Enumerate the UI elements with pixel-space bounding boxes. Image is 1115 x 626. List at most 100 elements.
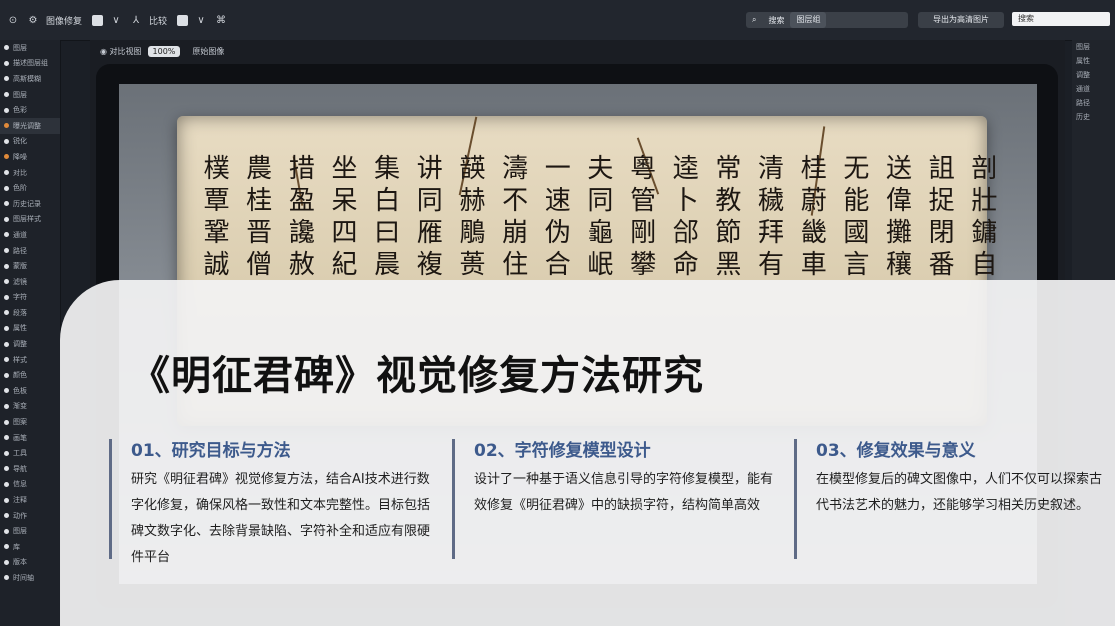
right-panel-item[interactable]: 路径 bbox=[1072, 96, 1115, 110]
right-panel-item[interactable]: 通道 bbox=[1072, 82, 1115, 96]
menu-icon[interactable]: ⊙ bbox=[6, 13, 20, 27]
sidebar-item-label: 版本 bbox=[13, 558, 27, 567]
right-panel-item[interactable]: 图层 bbox=[1072, 40, 1115, 54]
search-icon[interactable]: ⌕ bbox=[746, 15, 762, 25]
section-heading: 02、字符修复模型设计 bbox=[474, 441, 651, 461]
sidebar-item[interactable]: 图层 bbox=[0, 87, 60, 103]
layer-dot-icon bbox=[4, 481, 9, 487]
top-toolbar: ⊙ ⚙ 图像修复 ∨ ⅄ 比较 ∨ ⌘ ⌕ 搜索 图层组 导出为高清图片 搜索 bbox=[0, 0, 1115, 41]
sidebar-item[interactable]: 颜色 bbox=[0, 367, 60, 383]
layer-dot-icon bbox=[4, 216, 9, 222]
layer-dot-icon bbox=[4, 559, 9, 565]
sidebar-item[interactable]: 高斯模糊 bbox=[0, 71, 60, 87]
layer-dot-icon bbox=[4, 170, 9, 176]
layer-dot-icon bbox=[4, 528, 9, 534]
sidebar-item[interactable]: 段落 bbox=[0, 305, 60, 321]
section-body: 设计了一种基于语义信息引导的字符修复模型，能有效修复《明征君碑》中的缺损字符，结… bbox=[474, 472, 774, 513]
section-body: 在模型修复后的碑文图像中，人们不仅可以探索古代书法艺术的魅力，还能够学习相关历史… bbox=[816, 472, 1103, 513]
sidebar-item-label: 历史记录 bbox=[13, 199, 41, 208]
sidebar-item[interactable]: 注释 bbox=[0, 492, 60, 508]
sidebar-item[interactable]: 图层 bbox=[0, 523, 60, 539]
cursor-icon[interactable] bbox=[92, 14, 104, 26]
sidebar-item[interactable]: 对比 bbox=[0, 165, 60, 181]
sidebar-item[interactable]: 色板 bbox=[0, 383, 60, 399]
view-right[interactable]: 图层组 bbox=[790, 12, 827, 28]
sidebar-item-label: 色板 bbox=[13, 386, 27, 395]
view-left[interactable]: 搜索 bbox=[762, 15, 790, 26]
layer-dot-icon bbox=[4, 138, 9, 144]
sidebar-item[interactable]: 库 bbox=[0, 539, 60, 555]
sidebar-item[interactable]: 蒙版 bbox=[0, 258, 60, 274]
export-button[interactable]: 导出为高清图片 bbox=[918, 12, 1004, 28]
page-title: 《明征君碑》视觉修复方法研究 bbox=[130, 353, 704, 399]
layer-dot-icon bbox=[4, 107, 9, 113]
eye-icon[interactable]: ◉ bbox=[100, 47, 110, 56]
sidebar-item-label: 样式 bbox=[13, 355, 27, 364]
layer-dot-icon bbox=[4, 325, 9, 331]
sidebar-item[interactable]: 锐化 bbox=[0, 134, 60, 150]
sidebar-item-label: 渐变 bbox=[13, 402, 27, 411]
sidebar-item[interactable]: 降噪 bbox=[0, 149, 60, 165]
sidebar-item[interactable]: 调整 bbox=[0, 336, 60, 352]
sidebar-item-label: 色彩 bbox=[13, 106, 27, 115]
sidebar-item-label: 导航 bbox=[13, 464, 27, 473]
sidebar-item-label: 图层样式 bbox=[13, 215, 41, 224]
layer-dot-icon bbox=[4, 263, 9, 269]
paint-icon[interactable]: ⌘ bbox=[214, 13, 228, 27]
tool-label[interactable]: 比较 bbox=[149, 14, 167, 27]
sidebar-item-label: 图层 bbox=[13, 43, 27, 52]
layer-dot-icon bbox=[4, 497, 9, 503]
sidebar-item[interactable]: 字符 bbox=[0, 290, 60, 306]
layer-dot-icon bbox=[4, 419, 9, 425]
search-input[interactable]: 搜索 bbox=[1012, 12, 1110, 26]
sidebar-item[interactable]: 历史记录 bbox=[0, 196, 60, 212]
right-panel-item[interactable]: 调整 bbox=[1072, 68, 1115, 82]
sidebar-item[interactable]: 图层样式 bbox=[0, 212, 60, 228]
sidebar-item[interactable]: 图层 bbox=[0, 40, 60, 56]
sidebar-item[interactable]: 信息 bbox=[0, 477, 60, 493]
sidebar-item-label: 动作 bbox=[13, 511, 27, 520]
sidebar-item-label: 高斯模糊 bbox=[13, 74, 41, 83]
layer-dot-icon bbox=[4, 45, 9, 51]
sidebar-item[interactable]: 通道 bbox=[0, 227, 60, 243]
sidebar-item[interactable]: 属性 bbox=[0, 321, 60, 337]
sidebar-item[interactable]: 图案 bbox=[0, 414, 60, 430]
sidebar-item[interactable]: 渐变 bbox=[0, 399, 60, 415]
sidebar-item[interactable]: 曝光调整 bbox=[0, 117, 60, 134]
view-switch[interactable]: ⌕ 搜索 图层组 bbox=[746, 12, 908, 28]
zoom-chip[interactable]: 100% bbox=[147, 46, 181, 57]
chevron-down-icon[interactable]: ∨ bbox=[109, 13, 123, 27]
sidebar-item-label: 通道 bbox=[13, 230, 27, 239]
sidebar-item[interactable]: 工具 bbox=[0, 445, 60, 461]
sidebar-item[interactable]: 路径 bbox=[0, 243, 60, 259]
sidebar-item-label: 字符 bbox=[13, 293, 27, 302]
sidebar-item-label: 注释 bbox=[13, 496, 27, 505]
stop-icon[interactable] bbox=[177, 14, 189, 26]
sidebar-item[interactable]: 画笔 bbox=[0, 430, 60, 446]
chevron-down-icon[interactable]: ∨ bbox=[194, 13, 208, 27]
right-panel-item[interactable]: 属性 bbox=[1072, 54, 1115, 68]
settings-icon[interactable]: ⚙ bbox=[26, 13, 40, 27]
sidebar-item-label: 时间轴 bbox=[13, 573, 34, 582]
canvas-header: ◉ 对比视图 100% 原始图像 bbox=[100, 46, 224, 57]
layer-dot-icon bbox=[4, 575, 9, 581]
sidebar-item-label: 锐化 bbox=[13, 137, 27, 146]
sidebar-item[interactable]: 色阶 bbox=[0, 180, 60, 196]
sidebar-item[interactable]: 滤镜 bbox=[0, 274, 60, 290]
sidebar-item[interactable]: 动作 bbox=[0, 508, 60, 524]
sidebar-item[interactable]: 描述图层组 bbox=[0, 56, 60, 72]
sidebar-item-label: 颜色 bbox=[13, 371, 27, 380]
sidebar-item[interactable]: 导航 bbox=[0, 461, 60, 477]
app-label[interactable]: 图像修复 bbox=[46, 14, 82, 27]
layer-dot-icon bbox=[4, 403, 9, 409]
sidebar-item[interactable]: 样式 bbox=[0, 352, 60, 368]
layer-dot-icon bbox=[4, 388, 9, 394]
align-icon[interactable]: ⅄ bbox=[129, 13, 143, 27]
section-heading: 03、修复效果与意义 bbox=[816, 441, 976, 461]
sidebar-item[interactable]: 色彩 bbox=[0, 102, 60, 118]
layer-dot-icon bbox=[4, 232, 9, 238]
sidebar-item[interactable]: 版本 bbox=[0, 555, 60, 571]
sidebar-item[interactable]: 时间轴 bbox=[0, 570, 60, 586]
right-panel-item[interactable]: 历史 bbox=[1072, 110, 1115, 124]
sidebar-item-label: 滤镜 bbox=[13, 277, 27, 286]
